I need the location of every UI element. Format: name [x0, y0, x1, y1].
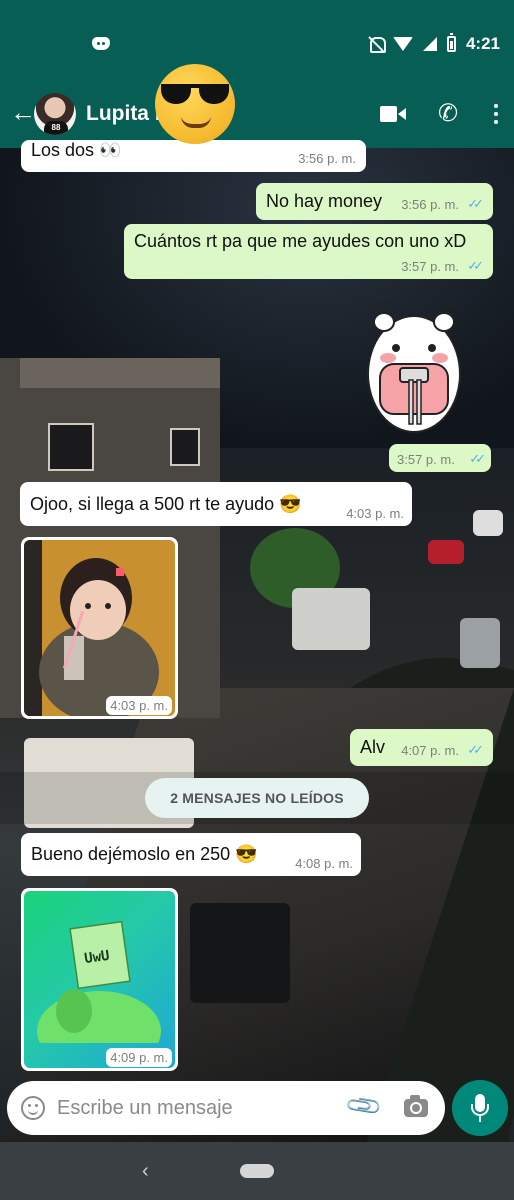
nav-home-icon[interactable] — [240, 1164, 274, 1178]
message-text: No hay money — [266, 191, 383, 211]
message-text: Alv — [360, 737, 386, 757]
message-time: 3:56 p. m. — [401, 197, 459, 212]
emoji-icon[interactable] — [21, 1096, 45, 1120]
baby-photo — [24, 540, 175, 716]
image-message[interactable]: UwU 4:09 p. m. — [21, 888, 178, 1071]
sunglasses-emoji-overlay — [155, 64, 235, 144]
message-text: Cuántos rt pa que me ayudes con uno xD — [134, 231, 467, 251]
discord-icon — [92, 37, 110, 50]
message-time: 4:07 p. m. — [401, 743, 459, 758]
status-bar: 4:21 — [0, 0, 514, 80]
message-composer: 📎 — [7, 1081, 445, 1135]
wifi-icon — [392, 37, 413, 51]
mute-icon — [369, 36, 386, 53]
message-time: 4:03 p. m. — [106, 696, 172, 715]
nav-back-icon[interactable]: ‹ — [142, 1160, 149, 1183]
message-text: Bueno dejémoslo en 250 😎 — [31, 844, 258, 864]
message-text: Los dos 👀 — [31, 140, 122, 160]
message-time: 3:57 p. m. — [401, 259, 459, 274]
back-arrow-icon[interactable]: ← — [10, 99, 36, 125]
unread-messages-banner: 2 MENSAJES NO LEÍDOS — [145, 778, 369, 818]
video-call-icon[interactable] — [380, 106, 406, 122]
message-incoming[interactable]: Bueno dejémoslo en 250 😎 4:08 p. m. — [21, 833, 361, 876]
message-time: 3:57 p. m. — [397, 452, 455, 467]
read-ticks-icon: ✓✓ — [467, 196, 484, 211]
message-outgoing[interactable]: No hay money 3:56 p. m. ✓✓ — [256, 183, 493, 220]
system-nav-bar: ‹ — [0, 1142, 514, 1200]
chat-header: ← 88 Lupita L d Bs ✆ — [0, 80, 514, 148]
message-time: 4:09 p. m. — [106, 1048, 172, 1067]
signal-icon — [422, 37, 437, 51]
message-outgoing[interactable]: Cuántos rt pa que me ayudes con uno xD 3… — [124, 224, 493, 279]
battery-icon — [446, 33, 456, 52]
read-ticks-icon: ✓✓ — [467, 258, 484, 273]
bear-sticker[interactable] — [362, 301, 466, 437]
read-ticks-icon: ✓✓ — [467, 742, 484, 757]
status-time: 4:21 — [465, 34, 500, 53]
message-text: Ojoo, si llega a 500 rt te ayudo 😎 — [30, 494, 302, 514]
message-incoming[interactable]: Los dos 👀 3:56 p. m. — [21, 140, 366, 172]
message-time: 3:56 p. m. — [298, 151, 356, 166]
mic-button[interactable] — [452, 1080, 508, 1136]
menu-icon[interactable] — [494, 104, 498, 124]
message-outgoing[interactable]: Alv 4:07 p. m. ✓✓ — [350, 729, 493, 766]
message-time: 4:03 p. m. — [346, 506, 404, 521]
attach-icon[interactable]: 📎 — [344, 1086, 384, 1126]
message-input[interactable] — [57, 1093, 337, 1123]
uwu-photo: UwU — [24, 891, 175, 1068]
phone-icon[interactable]: ✆ — [438, 102, 462, 126]
message-time: 4:08 p. m. — [295, 856, 353, 871]
sticker-time-badge: 3:57 p. m. ✓✓ — [389, 444, 491, 472]
camera-icon[interactable] — [404, 1095, 428, 1117]
image-message[interactable]: 4:03 p. m. — [21, 537, 178, 719]
read-ticks-icon: ✓✓ — [469, 451, 486, 466]
message-incoming[interactable]: Ojoo, si llega a 500 rt te ayudo 😎 4:03 … — [20, 482, 412, 526]
avatar[interactable]: 88 — [34, 93, 76, 135]
